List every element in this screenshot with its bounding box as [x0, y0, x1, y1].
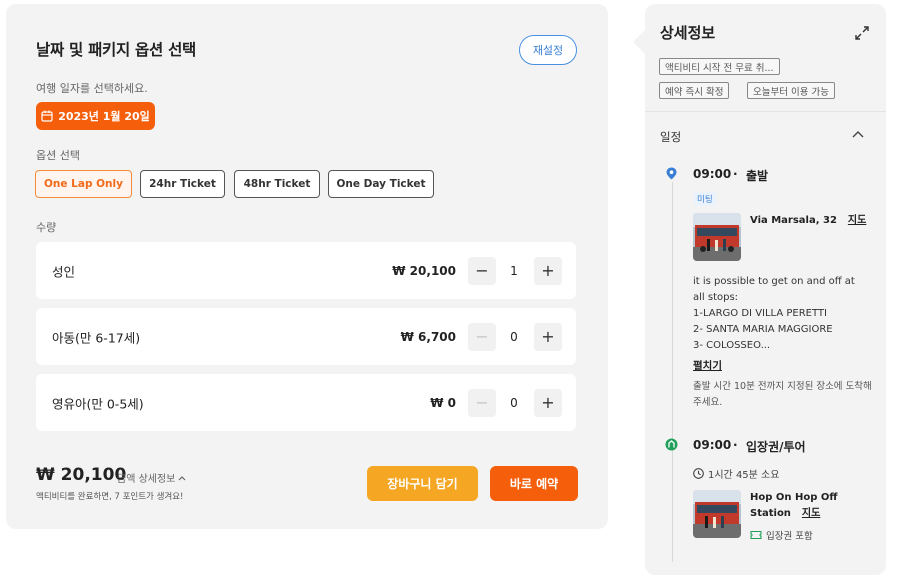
details-panel: 상세정보 액티비티 시작 전 무료 취... 예약 즉시 확정 오늘부터 이용 …: [645, 4, 886, 575]
expand-description-link[interactable]: 펼치기: [693, 358, 722, 373]
quantity-row-adult: 성인 ₩ 20,100 − 1 +: [36, 242, 576, 299]
quantity-row-label: 아동(만 6-17세): [52, 330, 141, 345]
chevron-up-icon: [178, 475, 186, 480]
meeting-badge: 미팅: [694, 192, 716, 206]
decrement-button[interactable]: −: [468, 388, 496, 417]
reset-button[interactable]: 재설정: [519, 35, 577, 65]
place-name-line: Hop On Hop Off Station 지도: [750, 490, 837, 522]
price-detail-label: 금액 상세정보: [117, 474, 176, 485]
place-name-line: Via Marsala, 32 지도: [750, 213, 866, 229]
description-line: all stops:: [693, 292, 739, 303]
description-line: 3- COLOSSEO...: [693, 340, 771, 351]
option-one-day-ticket[interactable]: One Day Ticket: [328, 170, 434, 198]
calendar-icon: [41, 110, 53, 122]
stop-time: 09:00: [693, 438, 732, 452]
points-note: 액티비티를 완료하면, 7 포인트가 생겨요!: [36, 492, 184, 502]
description-line: 2- SANTA MARIA MAGGIORE: [693, 324, 833, 335]
arrival-note: 출발 시간 10분 전까지 지정된 장소에 도착해주세요.: [693, 381, 872, 408]
decrement-button[interactable]: −: [468, 322, 496, 351]
quantity-row-infant: 영유아(만 0-5세) ₩ 0 − 0 +: [36, 374, 576, 431]
ticket-included: 입장권 포함: [750, 528, 813, 542]
quantity-label: 수량: [36, 221, 57, 234]
duration: 1시간 45분 소요: [693, 466, 779, 481]
total-price: ₩ 20,100: [36, 465, 127, 485]
timeline-line: [672, 182, 673, 562]
place-thumbnail[interactable]: [693, 213, 741, 261]
place-name: Via Marsala, 32: [750, 215, 837, 226]
stop-title: 출발: [746, 169, 769, 183]
date-prompt: 여행 일자를 선택하세요.: [36, 82, 148, 95]
increment-button[interactable]: +: [534, 256, 562, 285]
option-label: 옵션 선택: [36, 149, 80, 162]
selected-date: 2023년 1월 20일: [58, 110, 150, 123]
clock-icon: [693, 468, 704, 479]
bus-photo-image: [693, 213, 741, 261]
location-pin-icon: [666, 167, 677, 180]
stop-dot: ·: [733, 167, 738, 181]
ticket-included-text: 입장권 포함: [766, 531, 813, 542]
panel-pointer: [633, 30, 645, 54]
panel-title: 날짜 및 패키지 옵션 선택: [36, 41, 196, 59]
map-link[interactable]: 지도: [802, 508, 820, 519]
tag-available-today: 오늘부터 이용 가능: [747, 82, 835, 99]
attraction-icon: [665, 438, 678, 451]
description-line: it is possible to get on and off at: [693, 276, 855, 287]
ticket-icon: [750, 530, 762, 540]
details-title: 상세정보: [660, 24, 716, 42]
expand-icon[interactable]: [855, 26, 869, 40]
place-name: Station: [750, 508, 791, 519]
place-name: Hop On Hop Off: [750, 492, 838, 503]
divider: [645, 111, 886, 112]
option-one-lap-only[interactable]: One Lap Only: [35, 170, 132, 198]
schedule-label: 일정: [660, 130, 682, 144]
date-picker-button[interactable]: 2023년 1월 20일: [36, 102, 155, 130]
quantity-value: 0: [510, 329, 518, 344]
quantity-value: 1: [510, 263, 518, 278]
duration-text: 1시간 45분 소요: [708, 470, 780, 481]
quantity-row-label: 성인: [52, 264, 76, 279]
quantity-row-child: 아동(만 6-17세) ₩ 6,700 − 0 +: [36, 308, 576, 365]
quantity-row-label: 영유아(만 0-5세): [52, 396, 144, 411]
bus-photo-image: [693, 490, 741, 538]
option-48hr-ticket[interactable]: 48hr Ticket: [234, 170, 320, 198]
tag-instant-confirm: 예약 즉시 확정: [659, 82, 730, 99]
map-link[interactable]: 지도: [848, 215, 866, 226]
place-thumbnail[interactable]: [693, 490, 741, 538]
booking-panel: 날짜 및 패키지 옵션 선택 재설정 여행 일자를 선택하세요. 2023년 1…: [6, 4, 608, 529]
increment-button[interactable]: +: [534, 388, 562, 417]
stop-dot: ·: [733, 438, 738, 452]
tag-free-cancel: 액티비티 시작 전 무료 취...: [659, 58, 780, 75]
option-24hr-ticket[interactable]: 24hr Ticket: [140, 170, 225, 198]
description-line: 1-LARGO DI VILLA PERETTI: [693, 308, 827, 319]
stop-title: 입장권/투어: [746, 440, 806, 454]
quantity-row-price: ₩ 6,700: [400, 329, 456, 344]
quantity-row-price: ₩ 0: [430, 395, 456, 410]
quantity-row-price: ₩ 20,100: [392, 263, 456, 278]
stop-time: 09:00: [693, 167, 732, 181]
stop-description: it is possible to get on and off at all …: [693, 274, 873, 354]
add-to-cart-button[interactable]: 장바구니 담기: [367, 466, 478, 501]
chevron-up-icon[interactable]: [851, 128, 865, 140]
decrement-button[interactable]: −: [468, 256, 496, 285]
book-now-button[interactable]: 바로 예약: [490, 466, 578, 501]
increment-button[interactable]: +: [534, 322, 562, 351]
quantity-value: 0: [510, 395, 518, 410]
price-detail-toggle[interactable]: 금액 상세정보: [117, 470, 186, 485]
